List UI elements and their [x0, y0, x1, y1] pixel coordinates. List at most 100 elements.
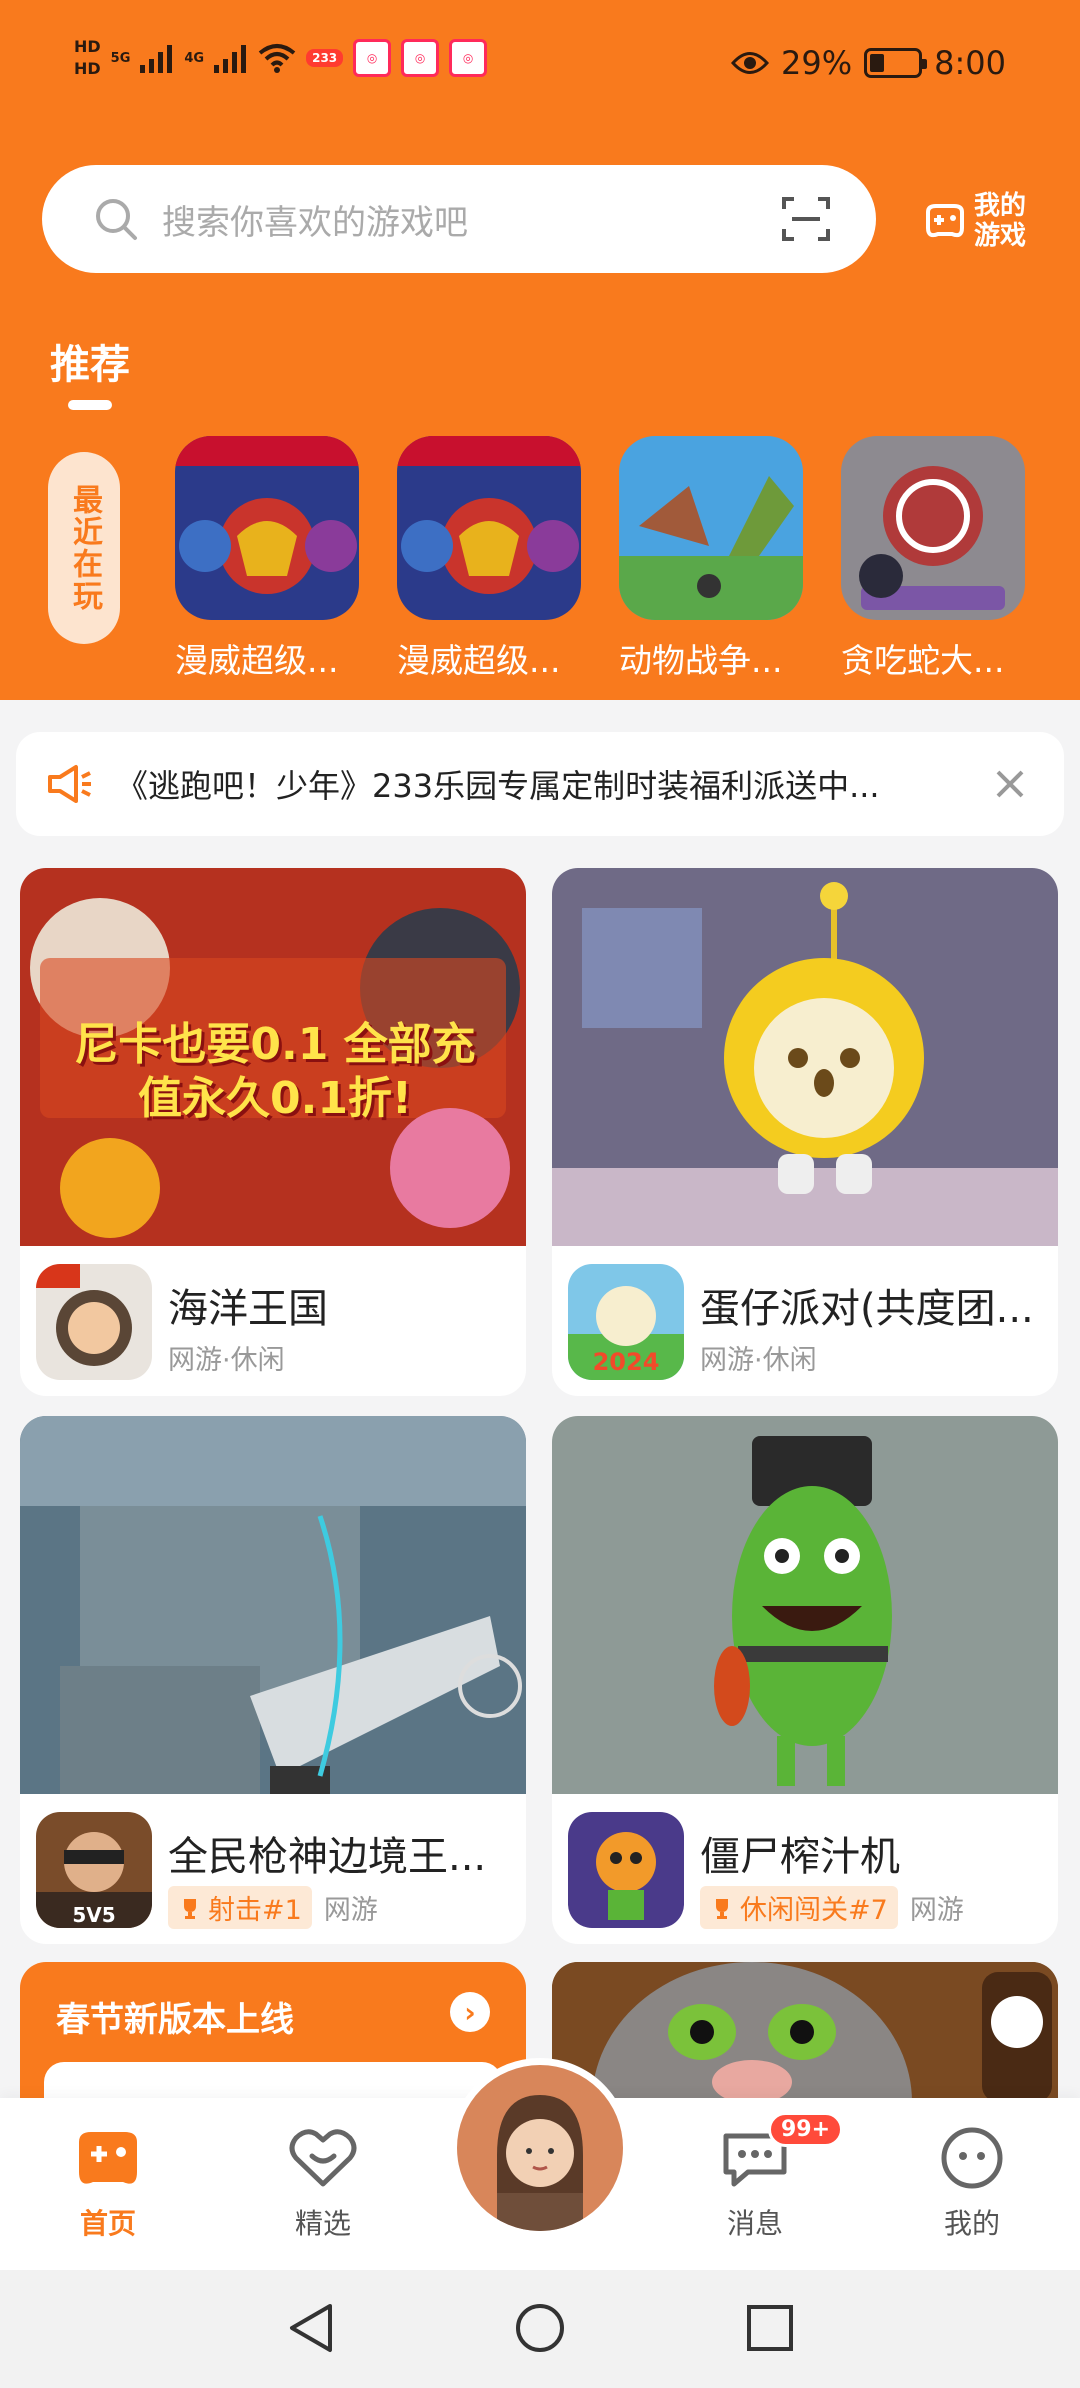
nav-featured[interactable]: 精选 [263, 2126, 383, 2242]
game-banner [552, 868, 1058, 1246]
system-navigation-bar [0, 2270, 1080, 2388]
battery-percent: 29% [781, 44, 853, 82]
gamepad-icon [926, 204, 964, 238]
status-bar: HD HD 5G 4G 233 ◎ ◎ ◎ 29% 8:00 [0, 0, 1080, 130]
hd1-label: HD [74, 37, 101, 56]
status-right: 29% 8:00 [731, 44, 1006, 82]
announcement-text[interactable]: 《逃跑吧！少年》233乐园专属定制时装福利派送中... [116, 761, 950, 807]
svg-text:5V5: 5V5 [72, 1903, 115, 1927]
battery-icon [864, 48, 928, 78]
recents-icon[interactable] [744, 2300, 794, 2356]
recent-games-list: 漫威超级... 漫威超级... 动物战争... 贪吃蛇大... [175, 436, 1025, 682]
face-icon [941, 2127, 1003, 2189]
game-tags: 网游·休闲 [700, 1345, 817, 1376]
game-icon [841, 436, 1025, 620]
search-placeholder[interactable]: 搜索你喜欢的游戏吧 [162, 195, 780, 244]
home-icon[interactable] [514, 2300, 566, 2356]
signal-icon [214, 45, 247, 73]
back-icon[interactable] [286, 2300, 336, 2356]
avatar-button[interactable] [450, 2058, 630, 2238]
game-info: 2024 蛋仔派对(共度团... 网游·休闲 [552, 1246, 1058, 1396]
promo-title: 春节新版本上线 [56, 2000, 294, 2040]
hd-indicators: HD HD [74, 36, 101, 80]
nav-profile[interactable]: 我的 [912, 2126, 1032, 2242]
game-info: 5V5 全民枪神边境王... 射击#1 网游 [20, 1794, 526, 1944]
chevron-right-icon[interactable]: › [450, 1992, 490, 2032]
recent-game-name: 贪吃蛇大... [841, 641, 1005, 680]
tab-indicator [68, 400, 112, 410]
game-title: 蛋仔派对(共度团... [700, 1286, 1034, 1332]
battery-fill [870, 54, 885, 72]
4g-label: 4G [184, 50, 205, 66]
game-meta: 网游·休闲 [700, 1338, 817, 1377]
tab-recommend[interactable]: 推荐 [50, 332, 130, 390]
recent-game-name: 漫威超级... [397, 641, 561, 680]
game-card[interactable]: 尼卡也要0.1 全部充值永久0.1折! 海洋王国 网游·休闲 [20, 868, 526, 1396]
eye-icon [731, 52, 770, 74]
recent-game-item[interactable]: 漫威超级... [175, 436, 359, 682]
game-icon [568, 1812, 684, 1928]
search-bar[interactable]: 搜索你喜欢的游戏吧 [42, 165, 876, 273]
recent-game-name: 漫威超级... [175, 641, 339, 680]
home-gamepad-icon [79, 2132, 137, 2184]
rank-text: 休闲闯关#7 [740, 1895, 888, 1926]
nav-home[interactable]: 首页 [48, 2126, 168, 2242]
notification-app-icon: ◎ [401, 39, 440, 77]
heart-icon [289, 2129, 357, 2187]
search-icon [96, 199, 137, 240]
game-meta: 射击#1 网游 [168, 1886, 378, 1929]
game-icon: 2024 [568, 1264, 684, 1380]
recent-played-label: 最近在玩 [48, 452, 120, 644]
game-card[interactable]: 2024 蛋仔派对(共度团... 网游·休闲 [552, 868, 1058, 1396]
game-meta: 休闲闯关#7 网游 [700, 1886, 964, 1929]
svg-text:2024: 2024 [593, 1348, 660, 1376]
hd2-label: HD [74, 59, 101, 78]
game-info: 海洋王国 网游·休闲 [20, 1246, 526, 1396]
game-title: 全民枪神边境王... [168, 1834, 487, 1880]
announcement-bar[interactable]: 《逃跑吧！少年》233乐园专属定制时装福利派送中... [16, 732, 1064, 836]
close-icon[interactable] [990, 764, 1030, 804]
my-games-button[interactable]: 我的游戏 [922, 186, 1034, 256]
game-tags: 网游 [323, 1895, 378, 1926]
nav-label: 首页 [79, 2207, 136, 2240]
nav-label: 精选 [294, 2207, 351, 2240]
recent-game-item[interactable]: 动物战争... [619, 436, 803, 682]
game-meta: 网游·休闲 [168, 1338, 285, 1377]
game-tags: 网游 [909, 1895, 964, 1926]
promo-card[interactable]: 春节新版本上线 › [20, 1962, 526, 2122]
signal-icon [140, 45, 173, 73]
game-title: 海洋王国 [168, 1286, 328, 1332]
notification-app-icon: ◎ [449, 39, 488, 77]
game-icon: 5V5 [36, 1812, 152, 1928]
game-card[interactable]: 5V5 全民枪神边境王... 射击#1 网游 [20, 1416, 526, 1944]
game-icon [619, 436, 803, 620]
game-banner [20, 1416, 526, 1794]
game-card[interactable] [552, 1962, 1058, 2102]
banner-text: 尼卡也要0.1 全部充值永久0.1折! [74, 1019, 476, 1124]
megaphone-icon [48, 765, 91, 803]
header: HD HD 5G 4G 233 ◎ ◎ ◎ 29% 8:00 搜索你喜欢的游戏吧… [0, 0, 1080, 700]
avatar [457, 2065, 623, 2231]
game-title: 僵尸榨汁机 [700, 1834, 900, 1880]
game-info: 僵尸榨汁机 休闲闯关#7 网游 [552, 1794, 1058, 1944]
game-icon [36, 1264, 152, 1380]
unread-badge: 99+ [768, 2112, 844, 2147]
game-banner: 尼卡也要0.1 全部充值永久0.1折! [20, 868, 526, 1246]
game-card[interactable]: 僵尸榨汁机 休闲闯关#7 网游 [552, 1416, 1058, 1944]
trophy-icon [716, 1898, 728, 1919]
recent-played-text: 最近在玩 [67, 484, 102, 612]
game-tags: 网游·休闲 [168, 1345, 285, 1376]
trophy-icon [184, 1898, 196, 1919]
game-icon [175, 436, 359, 620]
scan-icon[interactable] [780, 193, 832, 245]
nav-label: 消息 [726, 2207, 783, 2240]
rank-badge: 休闲闯关#7 [700, 1886, 898, 1929]
app-233-badge: 233 [306, 49, 344, 67]
notification-app-icon: ◎ [353, 39, 392, 77]
recent-game-item[interactable]: 贪吃蛇大... [841, 436, 1025, 682]
my-games-label: 我的游戏 [974, 191, 1027, 251]
rank-badge: 射击#1 [168, 1886, 312, 1929]
game-banner [552, 1416, 1058, 1794]
recent-game-name: 动物战争... [619, 641, 783, 680]
recent-game-item[interactable]: 漫威超级... [397, 436, 581, 682]
